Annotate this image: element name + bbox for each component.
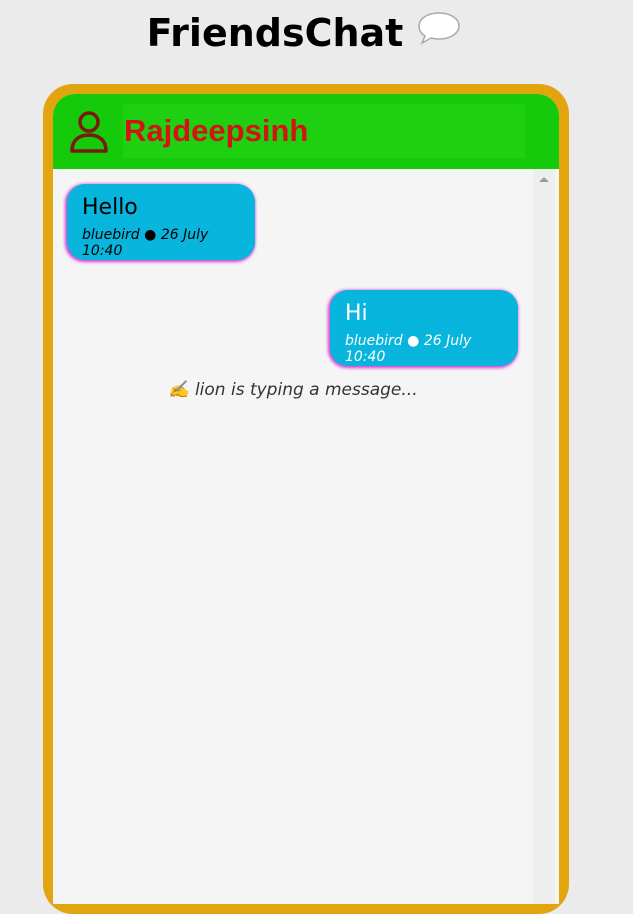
message-incoming[interactable]: Hello bluebird ● 26 July 10:40 bbox=[67, 184, 255, 260]
speech-bubble-icon bbox=[417, 8, 461, 58]
meta-separator: ● bbox=[407, 333, 420, 349]
scroll-up-arrow-icon[interactable] bbox=[539, 177, 549, 182]
contact-name-box: Rajdeepsinh bbox=[123, 104, 525, 158]
typing-indicator: ✍️ lion is typing a message... bbox=[168, 380, 418, 400]
chat-header: Rajdeepsinh bbox=[53, 94, 559, 169]
app-title-text: FriendsChat bbox=[146, 11, 404, 55]
message-text: Hello bbox=[82, 195, 138, 220]
message-text: Hi bbox=[345, 301, 368, 326]
meta-separator: ● bbox=[144, 227, 157, 243]
chat-frame: Rajdeepsinh Hello bluebird ● 26 July 10:… bbox=[43, 84, 569, 914]
chat-screen: Rajdeepsinh Hello bluebird ● 26 July 10:… bbox=[53, 94, 559, 904]
message-outgoing[interactable]: Hi bluebird ● 26 July 10:40 bbox=[330, 290, 518, 366]
user-icon[interactable] bbox=[69, 110, 109, 154]
message-sender: bluebird bbox=[345, 333, 403, 349]
message-scrollbar[interactable] bbox=[533, 169, 555, 904]
message-sender: bluebird bbox=[82, 227, 140, 243]
app-title: FriendsChat bbox=[0, 8, 608, 58]
message-meta: bluebird ● 26 July 10:40 bbox=[345, 333, 503, 365]
contact-name: Rajdeepsinh bbox=[124, 113, 309, 148]
message-list[interactable]: Hello bluebird ● 26 July 10:40 Hi bluebi… bbox=[53, 169, 533, 904]
message-meta: bluebird ● 26 July 10:40 bbox=[82, 227, 240, 259]
